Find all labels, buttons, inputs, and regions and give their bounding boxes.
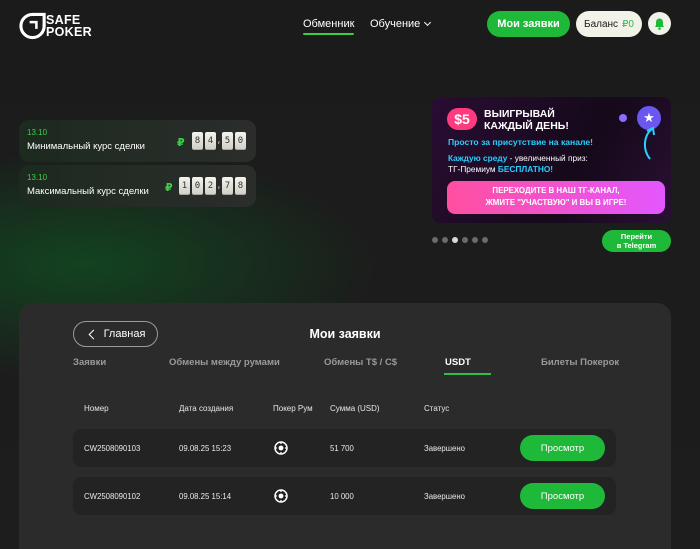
- rate-digit: 2: [205, 177, 216, 195]
- poker-room-icon: [274, 489, 288, 503]
- rate-digit: 7: [222, 177, 233, 195]
- tab-usdt[interactable]: USDT: [445, 357, 471, 368]
- nav-active-underline: [303, 33, 355, 35]
- column-header-date: Дата создания: [179, 404, 234, 413]
- banner-cta: ПЕРЕХОДИТЕ В НАШ ТГ-КАНАЛ, ЖМИТЕ "УЧАСТВ…: [447, 181, 665, 214]
- rate-separator: ,: [216, 136, 222, 146]
- rate-date: 13.10: [27, 173, 48, 182]
- banner-subtitle: Просто за присутствие на канале!: [448, 137, 593, 147]
- notifications-button[interactable]: [648, 12, 671, 35]
- go-to-telegram-button[interactable]: Перейти в Telegram: [602, 230, 671, 252]
- order-status: Завершено: [424, 492, 466, 501]
- logo[interactable]: SAFE POKER: [19, 11, 92, 43]
- view-order-button[interactable]: Просмотр: [520, 483, 605, 509]
- carousel-dot-active[interactable]: [452, 237, 458, 243]
- order-number: CW2508090103: [84, 444, 141, 453]
- column-header-amount: Сумма (USD): [330, 404, 380, 413]
- table-row: CW2508090103 09.08.25 15:23 51 700 Завер…: [73, 429, 616, 467]
- order-amount: 51 700: [330, 444, 354, 453]
- order-amount: 10 000: [330, 492, 354, 501]
- column-header-status: Статус: [424, 404, 450, 413]
- rate-digit: 0: [192, 177, 203, 195]
- balance-pill[interactable]: Баланс ₽0: [576, 11, 642, 37]
- rate-digit: 5: [222, 132, 233, 150]
- nav-learning-label: Обучение: [370, 18, 421, 30]
- logo-icon: [19, 12, 46, 40]
- nav-learning[interactable]: Обучение: [370, 18, 432, 30]
- min-rate-card: 13.10 Минимальный курс сделки ₽ 8 4 , 5 …: [19, 120, 256, 162]
- chevron-down-icon: [424, 18, 432, 27]
- rate-digit: 8: [192, 132, 203, 150]
- rate-date: 13.10: [27, 128, 48, 137]
- banner-text: Каждую среду - увеличенный приз: ТГ-Прем…: [448, 153, 588, 174]
- rate-digits: 8 4 , 5 0: [192, 132, 246, 150]
- rate-currency: ₽: [177, 137, 185, 149]
- tab-pokerok-tickets[interactable]: Билеты Покерок: [541, 357, 619, 368]
- carousel-dot[interactable]: [482, 237, 488, 243]
- tab-room-exchanges[interactable]: Обмены между румами: [169, 357, 280, 368]
- rate-digit: 0: [235, 132, 246, 150]
- balance-label: Баланс: [584, 18, 619, 30]
- active-tab-underline: [444, 373, 491, 375]
- bell-icon: [654, 18, 665, 30]
- order-number: CW2508090102: [84, 492, 141, 501]
- table-row: CW2508090102 09.08.25 15:14 10 000 Завер…: [73, 477, 616, 515]
- page-title: Мои заявки: [309, 327, 381, 341]
- tab-t-c-exchanges[interactable]: Обмены T$ / C$: [324, 357, 397, 368]
- rate-separator: ,: [216, 181, 222, 191]
- rate-digit: 1: [179, 177, 190, 195]
- rate-digit: 4: [205, 132, 216, 150]
- orders-panel: Главная Мои заявки Заявки Обмены между р…: [19, 303, 671, 549]
- order-status: Завершено: [424, 444, 466, 453]
- rate-label: Минимальный курс сделки: [27, 141, 145, 152]
- nav-exchange[interactable]: Обменник: [303, 18, 355, 35]
- logo-text: SAFE POKER: [46, 13, 92, 39]
- promo-banner[interactable]: $5 ВЫИГРЫВАЙ КАЖДЫЙ ДЕНЬ! ★ Просто за пр…: [432, 97, 671, 223]
- rate-currency: ₽: [165, 182, 173, 194]
- banner-prize-bubble: $5: [447, 108, 477, 130]
- max-rate-card: 13.10 Максимальный курс сделки ₽ 1 0 2 ,…: [19, 165, 256, 207]
- carousel-dot[interactable]: [462, 237, 468, 243]
- balance-amount: ₽0: [622, 18, 634, 30]
- carousel-dot[interactable]: [472, 237, 478, 243]
- rate-label: Максимальный курс сделки: [27, 186, 149, 197]
- carousel-dot[interactable]: [432, 237, 438, 243]
- rate-digits: 1 0 2 , 7 8: [179, 177, 246, 195]
- view-order-button[interactable]: Просмотр: [520, 435, 605, 461]
- order-date: 09.08.25 15:14: [179, 492, 232, 501]
- rate-digit: 8: [235, 177, 246, 195]
- column-header-room: Покер Рум: [273, 404, 313, 413]
- order-date: 09.08.25 15:23: [179, 444, 232, 453]
- carousel-dot[interactable]: [442, 237, 448, 243]
- nav-exchange-label: Обменник: [303, 18, 355, 30]
- column-header-number: Номер: [84, 404, 109, 413]
- poker-room-icon: [274, 441, 288, 455]
- my-orders-button[interactable]: Мои заявки: [487, 11, 570, 37]
- sparkle-icon: [619, 114, 627, 122]
- tab-orders[interactable]: Заявки: [73, 357, 106, 368]
- carousel-dots: [432, 237, 488, 243]
- banner-title: ВЫИГРЫВАЙ КАЖДЫЙ ДЕНЬ!: [484, 108, 569, 132]
